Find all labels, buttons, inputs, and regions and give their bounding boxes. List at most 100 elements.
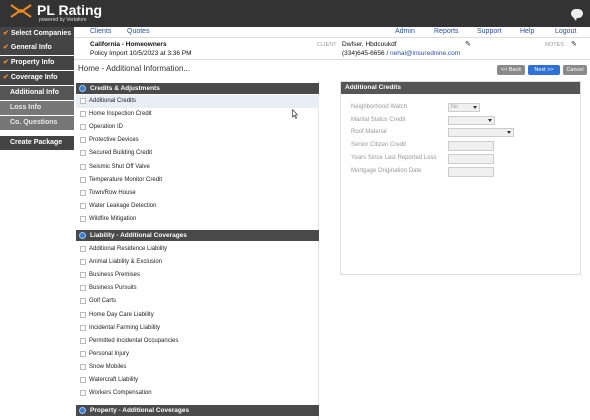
section-liability-additional-coverages[interactable]: Liability - Additional Coverages [76, 230, 319, 241]
sidebar-item-loss-info[interactable]: Loss Info [0, 101, 74, 115]
option-checkbox[interactable] [80, 259, 86, 266]
coverage-option-row[interactable]: Secured Building Credit [76, 147, 319, 160]
coverage-option-row[interactable]: Additional Credits [76, 95, 319, 108]
sidebar-item-general-info[interactable]: ✔ General Info [0, 41, 74, 55]
nav-logout[interactable]: Logout [555, 28, 576, 35]
option-checkbox[interactable] [80, 202, 86, 209]
check-icon: ✔ [3, 30, 9, 37]
option-checkbox[interactable] [80, 98, 86, 104]
chevron-down-icon [473, 106, 477, 109]
option-label: Home Inspection Credit [89, 111, 152, 118]
option-checkbox[interactable] [80, 150, 86, 157]
sidebar-item-label: Property Info [10, 59, 55, 66]
sidebar-item-create-package[interactable]: Create Package [0, 136, 74, 150]
option-checkbox[interactable] [80, 215, 86, 222]
sidebar-item-label: Loss Info [10, 104, 42, 111]
nav-reports[interactable]: Reports [434, 28, 459, 35]
select-value: No [451, 104, 459, 110]
coverage-option-row[interactable]: Operation ID [76, 121, 319, 134]
option-checkbox[interactable] [80, 272, 86, 279]
option-checkbox[interactable] [80, 176, 86, 183]
chat-icon[interactable] [571, 9, 583, 21]
option-checkbox[interactable] [80, 337, 86, 344]
check-icon: ✔ [3, 59, 9, 66]
coverage-option-row[interactable]: Business Premises [76, 269, 319, 282]
option-checkbox[interactable] [80, 311, 86, 318]
cancel-button[interactable]: Cancel [563, 65, 587, 75]
client-email[interactable]: nehal@insurednine.com [390, 50, 460, 57]
coverage-option-row[interactable]: Personal Injury [76, 348, 319, 361]
edit-notes-pencil-icon[interactable]: ✎ [571, 41, 577, 48]
option-checkbox[interactable] [80, 111, 86, 118]
neighborhood-watch-select[interactable]: No [448, 103, 480, 112]
coverage-option-row[interactable]: Business Pursuits [76, 282, 319, 295]
nav-help[interactable]: Help [520, 28, 534, 35]
option-checkbox[interactable] [80, 298, 86, 305]
collapse-icon [79, 232, 86, 239]
option-checkbox[interactable] [80, 163, 86, 170]
section-property-additional-coverages[interactable]: Property - Additional Coverages [76, 405, 319, 416]
edit-client-pencil-icon[interactable]: ✎ [465, 41, 471, 48]
coverage-option-row[interactable]: Animal Liability & Exclusion [76, 256, 319, 269]
sidebar-item-property-info[interactable]: ✔ Property Info [0, 56, 74, 70]
notes-label: NOTES [545, 42, 564, 48]
nav-admin[interactable]: Admin [395, 28, 415, 35]
option-checkbox[interactable] [80, 350, 86, 357]
section-credits-adjustments[interactable]: Credits & Adjustments [76, 83, 319, 94]
coverage-option-row[interactable]: Permitted Incidental Occupancies [76, 335, 319, 348]
back-button[interactable]: << Back [497, 65, 525, 75]
coverage-option-row[interactable]: Snow Mobiles [76, 361, 319, 374]
years-since-last-loss-input[interactable] [448, 154, 494, 164]
mouse-cursor-icon [292, 109, 298, 119]
option-checkbox[interactable] [80, 390, 86, 397]
option-checkbox[interactable] [80, 124, 86, 131]
check-icon: ✔ [3, 44, 9, 51]
option-checkbox[interactable] [80, 363, 86, 370]
sidebar-item-additional-info[interactable]: Additional Info [0, 86, 74, 100]
coverage-option-row[interactable]: Incidental Farming Liability [76, 322, 319, 335]
nav-clients[interactable]: Clients [90, 28, 111, 35]
coverage-option-row[interactable]: Wildfire Mitigation [76, 213, 319, 226]
coverage-option-row[interactable]: Town/Row House [76, 187, 319, 200]
senior-citizen-credit-input[interactable] [448, 141, 494, 151]
collapse-icon [79, 407, 86, 414]
option-checkbox[interactable] [80, 137, 86, 144]
option-checkbox[interactable] [80, 285, 86, 292]
chevron-down-icon [507, 131, 511, 134]
coverage-option-row[interactable]: Water Leakage Detection [76, 200, 319, 213]
neighborhood-watch-label: Neighborhood Watch [351, 104, 408, 110]
option-checkbox[interactable] [80, 246, 86, 252]
coverage-option-row[interactable]: Workers Compensation [76, 387, 319, 400]
section-title: Credits & Adjustments [90, 85, 160, 92]
coverage-option-row[interactable]: Temperature Monitor Credit [76, 174, 319, 187]
coverage-option-row[interactable]: Seismic Shut Off Valve [76, 161, 319, 174]
sidebar-item-select-companies[interactable]: ✔ Select Companies [0, 27, 74, 41]
nav-support[interactable]: Support [477, 28, 502, 35]
pl-rating-logo[interactable]: PL Rating powered by Vertafore [10, 2, 102, 25]
marital-status-credit-select[interactable] [448, 116, 495, 125]
coverage-option-row[interactable]: Watercraft Liability [76, 374, 319, 387]
next-button[interactable]: Next >> [528, 65, 560, 75]
sidebar-item-co-questions[interactable]: Co. Questions [0, 116, 74, 130]
option-checkbox[interactable] [80, 324, 86, 331]
policy-import: Policy Import 10/5/2023 at 3:36 PM [90, 50, 192, 57]
option-checkbox[interactable] [80, 189, 86, 196]
option-label: Business Pursuits [89, 285, 137, 292]
sidebar-item-label: Co. Questions [10, 119, 58, 126]
mortgage-origination-date-input[interactable] [448, 167, 494, 177]
logo-text: PL Rating [37, 2, 103, 18]
sidebar-item-coverage-info[interactable]: ✔ Coverage Info [0, 71, 74, 85]
marital-status-credit-label: Marital Status Credit [351, 117, 406, 123]
coverage-option-row[interactable]: Golf Carts [76, 295, 319, 308]
coverage-option-row[interactable]: Protective Devices [76, 134, 319, 147]
coverage-option-row[interactable]: Additional Residence Liability [76, 243, 319, 256]
logo-mark-icon [10, 4, 32, 18]
coverage-option-row[interactable]: Home Day Care Liability [76, 309, 319, 322]
mortgage-origination-date-label: Mortgage Origination Date [351, 168, 422, 174]
coverage-option-row[interactable]: Home Inspection Credit [76, 108, 319, 121]
roof-material-select[interactable] [448, 128, 514, 137]
option-label: Personal Injury [89, 350, 130, 357]
section-title: Liability - Additional Coverages [90, 232, 187, 239]
option-checkbox[interactable] [80, 377, 86, 383]
nav-quotes[interactable]: Quotes [127, 28, 150, 35]
